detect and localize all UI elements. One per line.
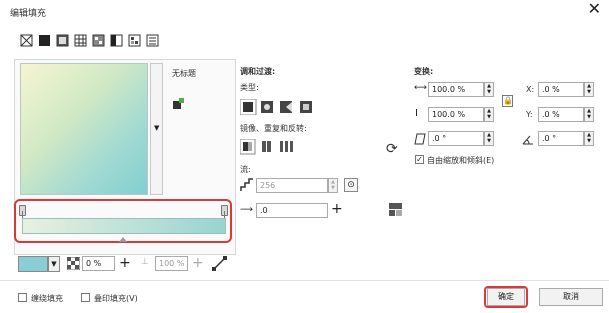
rectangular-fill-icon[interactable] (300, 101, 312, 113)
rotate-field[interactable]: .0 ° (538, 131, 584, 146)
add-preset-icon[interactable] (172, 98, 184, 110)
node-position-field[interactable]: 100 % (155, 256, 188, 271)
y-spinner[interactable]: ▲ ▼ (584, 107, 594, 122)
midpoint-marker[interactable] (119, 237, 127, 242)
fountain-types (240, 99, 312, 115)
transparency-increment-icon[interactable]: + (119, 255, 131, 271)
mirror-label: 镜像、重复和反转: (240, 124, 307, 133)
mirror-options (240, 139, 293, 155)
height-spinner[interactable]: ▲ ▼ (484, 107, 494, 122)
y-field[interactable]: .0 % (538, 107, 584, 122)
texture-fill-icon[interactable] (128, 34, 141, 47)
mirror-fill-icon[interactable] (262, 141, 271, 152)
blend-header: 调和过渡: (240, 67, 276, 76)
steps-spinner[interactable]: ▲ ▼ (328, 178, 338, 193)
y-label: Y: (526, 110, 533, 119)
position-icon: ⊥ (141, 257, 149, 267)
flow-label: 流: (240, 165, 251, 174)
gradient-bar[interactable] (22, 218, 226, 234)
x-spinner[interactable]: ▲ ▼ (584, 82, 594, 97)
elliptical-fill-icon[interactable] (261, 101, 273, 113)
rotate-icon (522, 135, 533, 145)
steps-field[interactable]: 256 (256, 178, 328, 193)
skew-field[interactable]: .0 ° (428, 131, 484, 146)
free-scale-label: 自由缩放和倾斜(E) (427, 156, 495, 165)
lock-ratio-icon[interactable]: 🔒 (502, 95, 513, 107)
acceleration-field[interactable]: .0 (256, 203, 328, 218)
width-field[interactable]: 100.0 % (428, 82, 484, 97)
transparency-icon (67, 257, 80, 270)
height-icon: I (415, 108, 418, 119)
linear-fill-icon[interactable] (240, 99, 257, 115)
node-transparency-field[interactable]: 0 % (82, 256, 115, 271)
position-increment-icon[interactable]: + (192, 255, 204, 271)
skew-spinner[interactable]: ▲ ▼ (484, 131, 494, 146)
wrap-fill-checkbox[interactable] (18, 293, 27, 302)
node-line-tool-icon[interactable] (212, 256, 227, 271)
smooth-transition-icon[interactable] (389, 203, 402, 216)
steps-lock-button[interactable]: ⊙ (344, 178, 358, 192)
steps-icon (240, 178, 253, 191)
x-field[interactable]: .0 % (538, 82, 584, 97)
skew-icon (414, 133, 426, 145)
fill-type-icons (20, 34, 159, 47)
preset-dropdown-button[interactable]: ▼ (150, 63, 163, 195)
repeat-fill-icon[interactable] (280, 141, 293, 152)
height-field[interactable]: 100.0 % (428, 107, 484, 122)
ok-button[interactable]: 确定 (487, 288, 525, 306)
reverse-icon[interactable]: ⟳ (386, 141, 398, 157)
free-scale-checkbox[interactable]: ✓ (415, 155, 424, 164)
acceleration-increment-icon[interactable]: + (331, 201, 343, 217)
cancel-button[interactable]: 取消 (539, 288, 603, 306)
preset-name: 无标题 (172, 69, 196, 78)
close-icon[interactable]: ✕ (588, 1, 601, 17)
node-color-dropdown[interactable]: ▼ (48, 256, 60, 272)
dialog-title: 编辑填充 (10, 9, 47, 19)
width-icon: ⟷ (414, 83, 427, 93)
dropdown-arrow-icon: ▼ (154, 124, 160, 132)
gradient-preview (20, 63, 148, 195)
x-label: X: (526, 85, 535, 94)
no-fill-icon[interactable] (20, 34, 33, 47)
rotate-spinner[interactable]: ▲ ▼ (584, 131, 594, 146)
vector-pattern-icon[interactable] (74, 34, 87, 47)
postscript-fill-icon[interactable] (146, 34, 159, 47)
acceleration-icon: ⟶ (240, 205, 253, 215)
wrap-fill-label: 缠绕填充 (31, 294, 63, 303)
node-color-swatch[interactable] (18, 256, 48, 272)
width-spinner[interactable]: ▲ ▼ (484, 82, 494, 97)
overprint-label: 叠印填充(V) (94, 294, 138, 303)
fountain-fill-icon[interactable] (56, 34, 69, 47)
type-label: 类型: (240, 83, 259, 92)
transform-header: 变换: (414, 67, 434, 76)
bitmap-pattern-icon[interactable] (92, 34, 105, 47)
footer-separator (0, 280, 609, 281)
uniform-fill-icon[interactable] (39, 35, 50, 46)
overprint-checkbox[interactable] (81, 293, 90, 302)
default-fill-icon[interactable] (240, 139, 256, 155)
fill-type-toolbar (20, 33, 190, 49)
two-color-pattern-icon[interactable] (110, 34, 123, 47)
conical-fill-icon[interactable] (280, 101, 292, 113)
